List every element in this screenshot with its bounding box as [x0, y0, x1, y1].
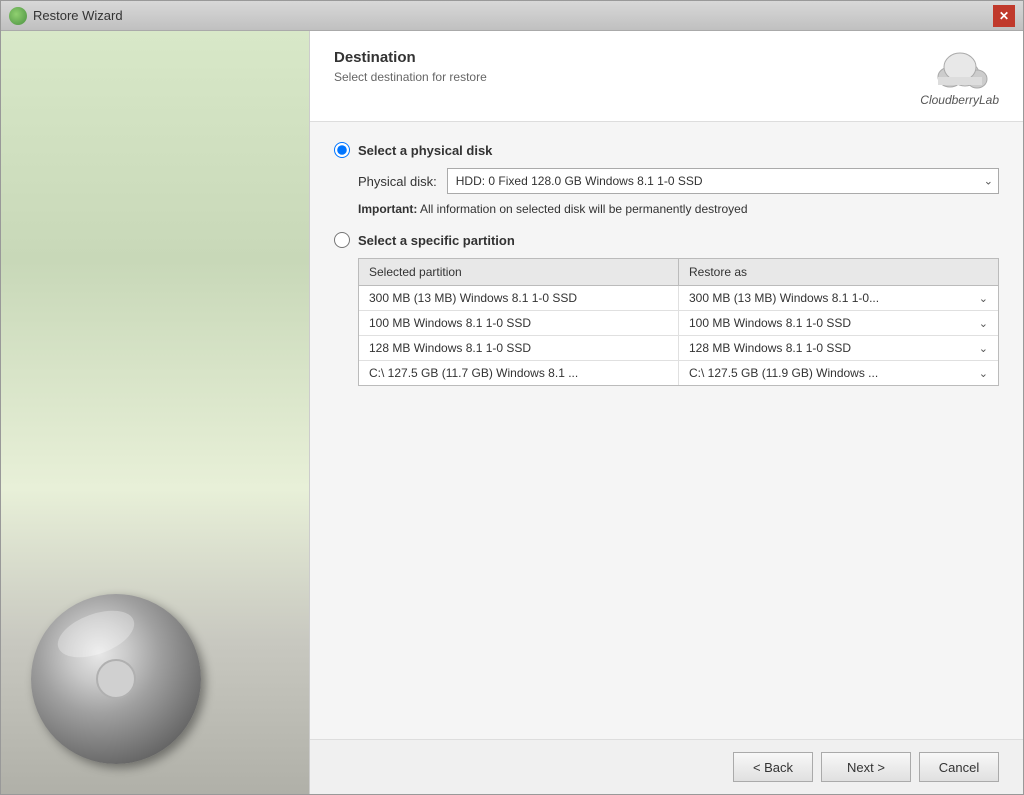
header-subtitle: Select destination for restore	[334, 70, 487, 84]
important-text: Important: All information on selected d…	[358, 202, 999, 216]
close-button[interactable]: ✕	[993, 5, 1015, 27]
disk-dropdown[interactable]: HDD: 0 Fixed 128.0 GB Windows 8.1 1-0 SS…	[447, 168, 999, 194]
col-restore-as: Restore as	[679, 259, 999, 286]
restore-as-value: C:\ 127.5 GB (11.9 GB) Windows ...	[689, 366, 878, 380]
physical-disk-label: Select a physical disk	[358, 143, 492, 158]
restore-dropdown-arrow-icon: ⌄	[979, 292, 988, 305]
disc-shine	[52, 602, 141, 667]
partition-section: Select a specific partition Selected par…	[334, 232, 999, 386]
restore-wizard-window: Restore Wizard ✕ Destination Select dest…	[0, 0, 1024, 795]
partition-cell: C:\ 127.5 GB (11.7 GB) Windows 8.1 ...	[359, 361, 679, 386]
app-icon	[9, 7, 27, 25]
logo-text: CloudberryLab	[920, 93, 999, 107]
main-content: Destination Select destination for resto…	[1, 31, 1023, 794]
disc-inner	[96, 659, 136, 699]
sidebar-disc-illustration	[21, 564, 221, 764]
restore-dropdown-arrow-icon: ⌄	[979, 342, 988, 355]
cloudberry-logo-icon	[930, 49, 990, 89]
physical-disk-radio-label[interactable]: Select a physical disk	[334, 142, 999, 158]
back-button[interactable]: < Back	[733, 752, 813, 782]
partition-radio-label[interactable]: Select a specific partition	[334, 232, 999, 248]
disk-field-label: Physical disk:	[358, 174, 437, 189]
next-button[interactable]: Next >	[821, 752, 911, 782]
header-logo: CloudberryLab	[920, 49, 999, 107]
partition-table: Selected partition Restore as 300 MB (13…	[359, 259, 998, 385]
table-header-row: Selected partition Restore as	[359, 259, 998, 286]
table-row: 128 MB Windows 8.1 1-0 SSD128 MB Windows…	[359, 336, 998, 361]
partition-radio[interactable]	[334, 232, 350, 248]
partition-table-wrapper: Selected partition Restore as 300 MB (13…	[358, 258, 999, 386]
content-area: Select a physical disk Physical disk: HD…	[310, 122, 1023, 739]
restore-dropdown-arrow-icon: ⌄	[979, 317, 988, 330]
title-bar-left: Restore Wizard	[9, 7, 123, 25]
restore-dropdown-arrow-icon: ⌄	[979, 367, 988, 380]
restore-as-cell[interactable]: 100 MB Windows 8.1 1-0 SSD ⌄	[679, 311, 999, 336]
important-message: All information on selected disk will be…	[420, 202, 748, 216]
partition-label: Select a specific partition	[358, 233, 515, 248]
sidebar	[1, 31, 309, 794]
restore-as-cell[interactable]: 128 MB Windows 8.1 1-0 SSD ⌄	[679, 336, 999, 361]
important-label: Important:	[358, 202, 417, 216]
partition-cell: 300 MB (13 MB) Windows 8.1 1-0 SSD	[359, 286, 679, 311]
restore-as-cell[interactable]: C:\ 127.5 GB (11.9 GB) Windows ... ⌄	[679, 361, 999, 386]
cancel-button[interactable]: Cancel	[919, 752, 999, 782]
restore-as-cell[interactable]: 300 MB (13 MB) Windows 8.1 1-0... ⌄	[679, 286, 999, 311]
physical-disk-radio[interactable]	[334, 142, 350, 158]
partition-cell: 128 MB Windows 8.1 1-0 SSD	[359, 336, 679, 361]
title-bar: Restore Wizard ✕	[1, 1, 1023, 31]
restore-as-value: 100 MB Windows 8.1 1-0 SSD	[689, 316, 851, 330]
restore-as-value: 300 MB (13 MB) Windows 8.1 1-0...	[689, 291, 879, 305]
col-selected-partition: Selected partition	[359, 259, 679, 286]
restore-as-value: 128 MB Windows 8.1 1-0 SSD	[689, 341, 851, 355]
header-title: Destination	[334, 49, 487, 66]
physical-disk-section: Select a physical disk Physical disk: HD…	[334, 142, 999, 216]
table-row: 100 MB Windows 8.1 1-0 SSD100 MB Windows…	[359, 311, 998, 336]
disk-select-row: Physical disk: HDD: 0 Fixed 128.0 GB Win…	[358, 168, 999, 194]
table-row: 300 MB (13 MB) Windows 8.1 1-0 SSD300 MB…	[359, 286, 998, 311]
header-text: Destination Select destination for resto…	[334, 49, 487, 84]
partition-cell: 100 MB Windows 8.1 1-0 SSD	[359, 311, 679, 336]
window-title: Restore Wizard	[33, 8, 123, 23]
right-panel: Destination Select destination for resto…	[309, 31, 1023, 794]
disk-dropdown-wrapper[interactable]: HDD: 0 Fixed 128.0 GB Windows 8.1 1-0 SS…	[447, 168, 999, 194]
table-row: C:\ 127.5 GB (11.7 GB) Windows 8.1 ...C:…	[359, 361, 998, 386]
footer: < Back Next > Cancel	[310, 739, 1023, 794]
header: Destination Select destination for resto…	[310, 31, 1023, 122]
disc-outer	[31, 594, 201, 764]
